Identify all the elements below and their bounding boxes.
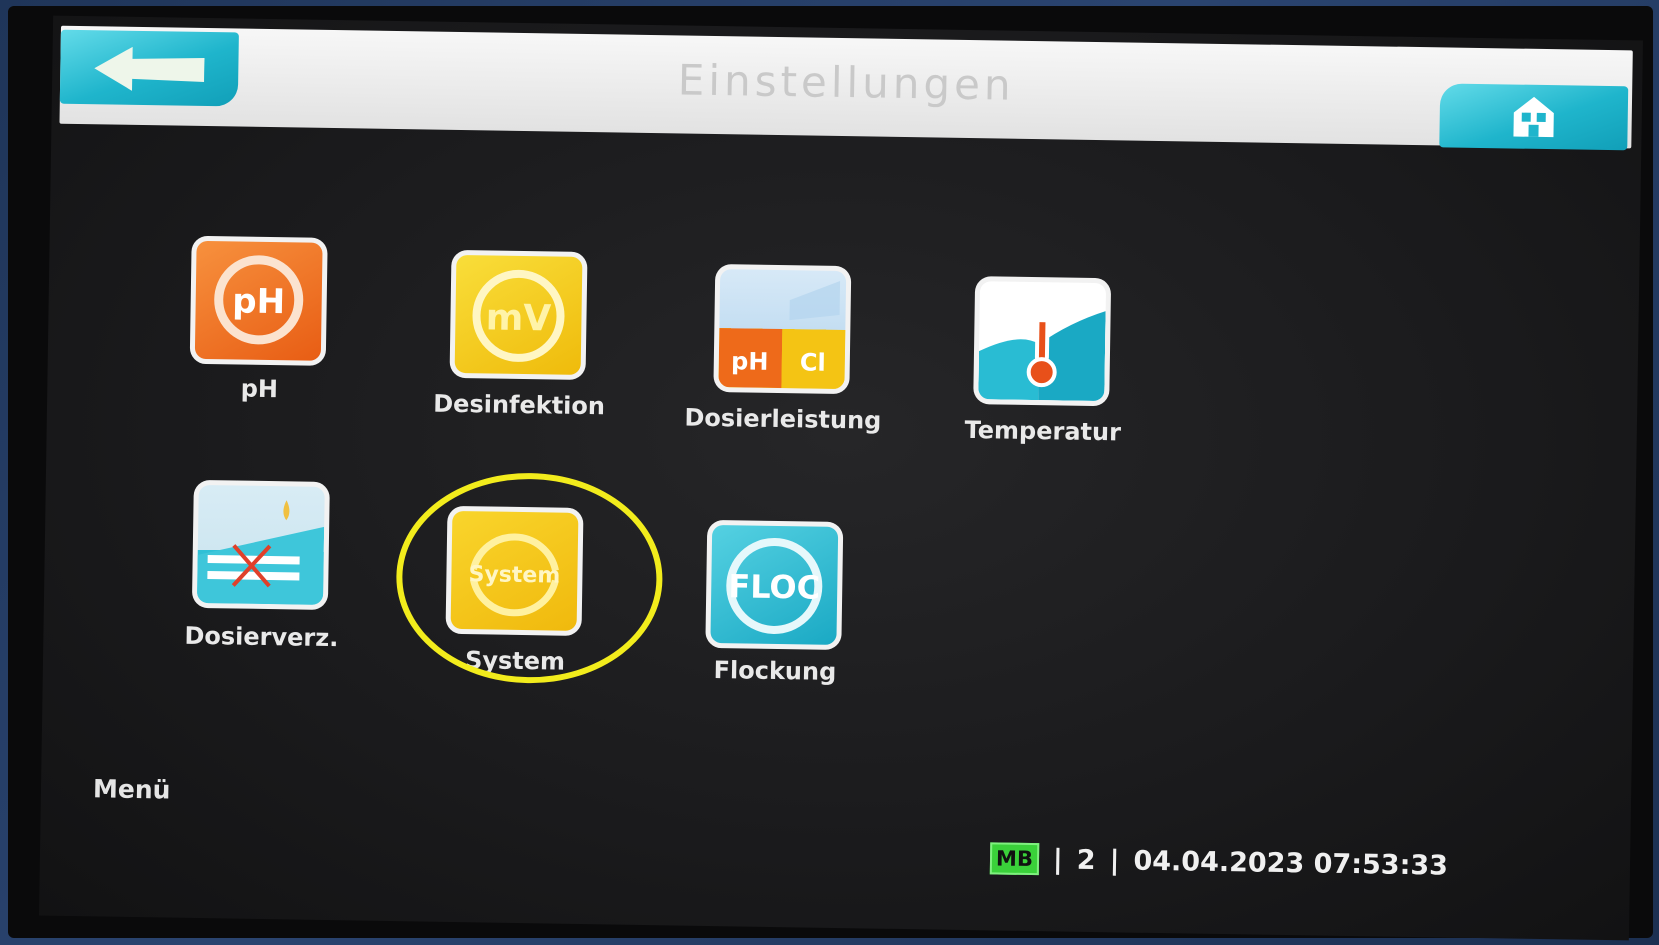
svg-text:mV: mV <box>485 297 551 339</box>
tile-label-desinfektion: Desinfektion <box>433 389 606 421</box>
svg-text:FLOC: FLOC <box>728 567 820 606</box>
house-icon <box>1513 96 1554 138</box>
status-bar: MB | 2 | 04.04.2023 07:53:33 <box>989 838 1463 885</box>
monitor-bezel: Einstellungen pH pH mV Desinfektion pH C… <box>8 6 1653 941</box>
ph-icon: pH <box>214 255 304 345</box>
tile-label-ph: pH <box>240 374 279 404</box>
svg-text:pH: pH <box>731 347 769 376</box>
mb-badge: MB <box>989 842 1040 876</box>
tile-label-dosierleistung: Dosierleistung <box>684 403 882 435</box>
tile-label-temperatur: Temperatur <box>964 415 1122 447</box>
tile-temperatur[interactable] <box>973 276 1112 407</box>
tile-desinfektion[interactable]: mV <box>449 249 588 380</box>
thermometer-icon <box>978 302 1106 402</box>
svg-text:Cl: Cl <box>800 348 826 376</box>
tile-label-dosierverz: Dosierverz. <box>184 621 339 653</box>
tile-dosierleistung[interactable]: pH Cl <box>713 263 852 395</box>
separator: | <box>1052 843 1064 876</box>
mv-icon: mV <box>472 269 565 362</box>
home-button[interactable] <box>1439 83 1629 151</box>
ph-cl-icon: pH Cl <box>718 280 846 390</box>
separator: | <box>1109 844 1120 876</box>
dosing-delay-icon <box>196 500 325 605</box>
tile-ph[interactable]: pH <box>189 235 328 366</box>
screen: Einstellungen pH pH mV Desinfektion pH C… <box>39 15 1643 941</box>
menu-button[interactable]: Menü <box>93 774 171 804</box>
datetime: 04.04.2023 07:53:33 <box>1133 845 1449 882</box>
tile-dosierverz[interactable] <box>191 479 330 610</box>
tile-flockung[interactable]: FLOC <box>705 519 844 651</box>
svg-text:pH: pH <box>232 281 285 322</box>
floc-icon: FLOC <box>726 537 823 634</box>
page-title: Einstellungen <box>677 55 1015 110</box>
title-bar: Einstellungen <box>59 25 1633 151</box>
tile-label-flockung: Flockung <box>713 656 837 686</box>
page-number: 2 <box>1076 844 1096 876</box>
